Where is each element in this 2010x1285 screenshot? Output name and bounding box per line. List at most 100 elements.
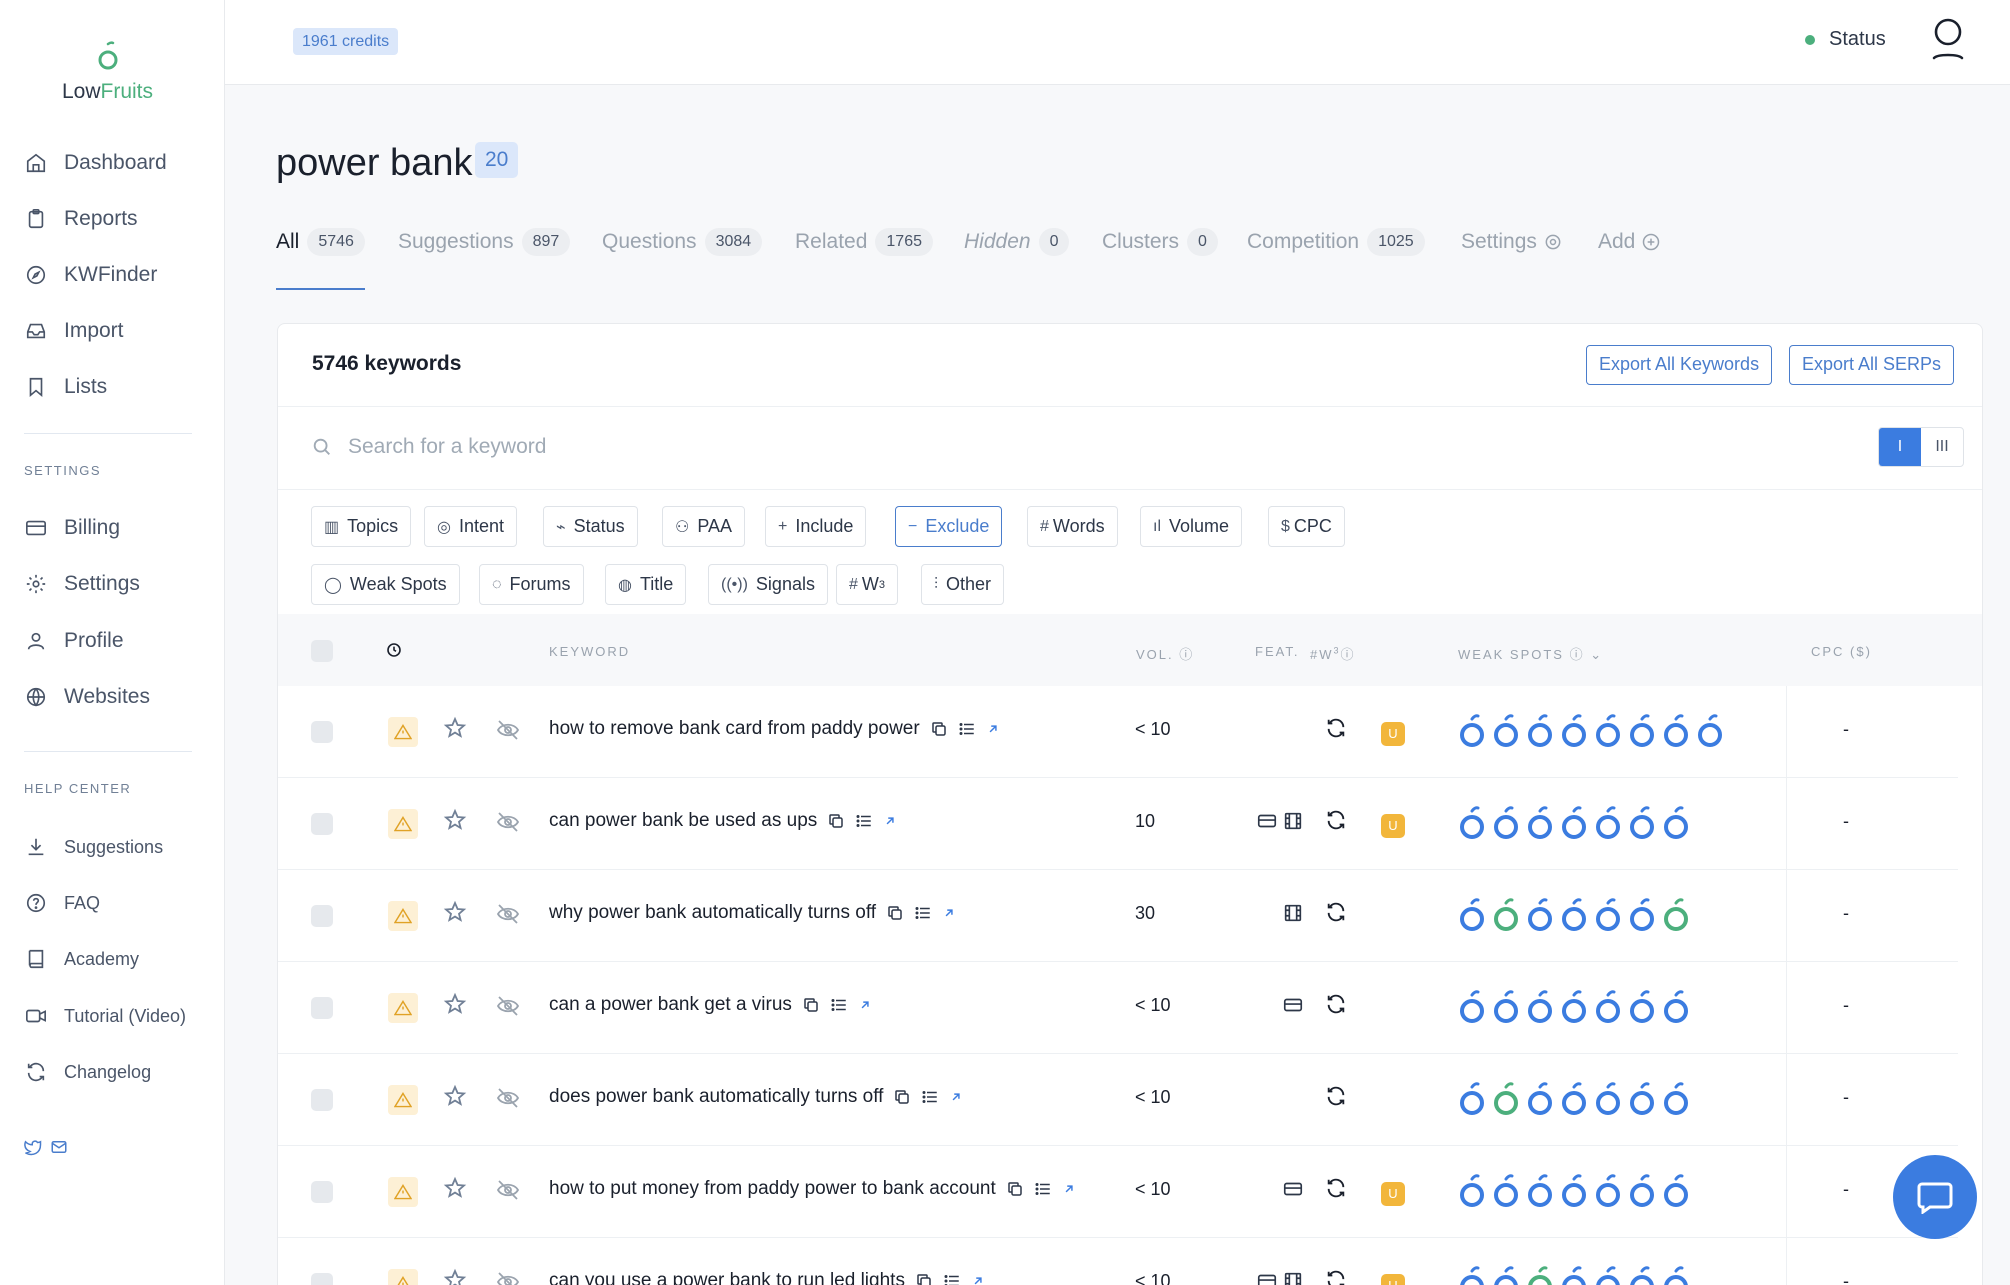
weak-spot-fruit-icon[interactable] (1662, 1172, 1692, 1210)
list-icon[interactable] (1034, 1180, 1052, 1198)
single-view-button[interactable]: I (1879, 428, 1921, 466)
copy-icon[interactable] (1006, 1180, 1024, 1198)
user-avatar-icon[interactable] (1928, 16, 1968, 64)
sidebar-item-reports[interactable]: Reports (24, 201, 138, 237)
sidebar-item-changelog[interactable]: Changelog (24, 1054, 151, 1090)
copy-icon[interactable] (886, 904, 904, 922)
external-link-icon[interactable] (971, 1274, 985, 1285)
keyword-cell[interactable]: does power bank automatically turns off (549, 1086, 963, 1108)
weak-spot-fruit-icon[interactable] (1594, 988, 1624, 1026)
star-icon[interactable] (443, 1084, 473, 1114)
sidebar-item-suggestions[interactable]: Suggestions (24, 829, 163, 865)
refresh-icon[interactable] (1325, 809, 1351, 835)
weak-spot-fruit-icon[interactable] (1560, 1172, 1590, 1210)
weak-spot-fruit-icon[interactable] (1458, 1172, 1488, 1210)
refresh-icon[interactable] (1325, 717, 1351, 743)
eye-off-icon[interactable] (496, 1086, 524, 1114)
table-row[interactable]: how to put money from paddy power to ban… (278, 1146, 1958, 1238)
sidebar-item-billing[interactable]: Billing (24, 510, 120, 546)
list-icon[interactable] (958, 720, 976, 738)
keyword-cell[interactable]: can a power bank get a virus (549, 994, 872, 1016)
weak-spot-fruit-icon[interactable] (1594, 1264, 1624, 1285)
external-link-icon[interactable] (883, 814, 897, 828)
tab-all[interactable]: All 5746 (276, 226, 365, 258)
tab-clusters[interactable]: Clusters 0 (1102, 226, 1218, 258)
weak-spot-fruit-icon[interactable] (1526, 1080, 1556, 1118)
weak-spot-fruit-icon[interactable] (1526, 804, 1556, 842)
weak-spot-fruit-icon[interactable] (1492, 1172, 1522, 1210)
weak-spot-fruit-icon[interactable] (1458, 712, 1488, 750)
sidebar-item-lists[interactable]: Lists (24, 369, 107, 405)
sidebar-item-tutorial[interactable]: Tutorial (Video) (24, 998, 186, 1034)
copy-icon[interactable] (893, 1088, 911, 1106)
weak-spot-fruit-icon[interactable] (1662, 988, 1692, 1026)
keyword-cell[interactable]: can power bank be used as ups (549, 810, 897, 832)
external-link-icon[interactable] (1062, 1182, 1076, 1196)
sidebar-item-academy[interactable]: Academy (24, 941, 139, 977)
weak-spot-fruit-icon[interactable] (1662, 712, 1692, 750)
weak-spot-fruit-icon[interactable] (1560, 1080, 1590, 1118)
weak-spot-fruit-icon[interactable] (1458, 804, 1488, 842)
weak-spot-fruit-icon[interactable] (1594, 896, 1624, 934)
weak-spot-fruit-icon[interactable] (1458, 988, 1488, 1026)
star-icon[interactable] (443, 808, 473, 838)
weak-spot-fruit-icon[interactable] (1492, 988, 1522, 1026)
tab-related[interactable]: Related 1765 (795, 226, 933, 258)
weak-spot-fruit-icon[interactable] (1458, 1080, 1488, 1118)
weak-spot-fruit-icon[interactable] (1492, 1080, 1522, 1118)
column-header-cpc[interactable]: CPC ($) (1811, 644, 1872, 659)
weak-spot-fruit-icon[interactable] (1628, 896, 1658, 934)
filter-weak-spots-button[interactable]: ◯ Weak Spots (311, 564, 460, 605)
weak-spot-fruit-icon[interactable] (1662, 804, 1692, 842)
chat-launcher-button[interactable] (1893, 1155, 1977, 1239)
weak-spot-fruit-icon[interactable] (1458, 1264, 1488, 1285)
external-link-icon[interactable] (942, 906, 956, 920)
weak-spot-fruit-icon[interactable] (1628, 1080, 1658, 1118)
external-link-icon[interactable] (858, 998, 872, 1012)
weak-spot-fruit-icon[interactable] (1492, 804, 1522, 842)
weak-spot-fruit-icon[interactable] (1560, 896, 1590, 934)
warning-icon[interactable] (388, 717, 418, 747)
filter-intent-button[interactable]: ◎ Intent (424, 506, 518, 547)
external-link-icon[interactable] (986, 722, 1000, 736)
filter-topics-button[interactable]: ▥ Topics (311, 506, 412, 547)
status-indicator[interactable]: Status (1805, 28, 1886, 51)
sidebar-item-dashboard[interactable]: Dashboard (24, 145, 167, 181)
column-header-features[interactable]: FEAT. (1255, 644, 1299, 659)
weak-spot-fruit-icon[interactable] (1560, 804, 1590, 842)
row-checkbox[interactable] (311, 1273, 333, 1285)
filter-paa-button[interactable]: ⚇ PAA (662, 506, 746, 547)
copy-icon[interactable] (915, 1272, 933, 1285)
weak-spot-fruit-icon[interactable] (1594, 712, 1624, 750)
weak-spot-fruit-icon[interactable] (1492, 1264, 1522, 1285)
export-serps-button[interactable]: Export All SERPs (1789, 345, 1955, 385)
mail-icon[interactable] (50, 1138, 68, 1156)
tab-settings[interactable]: Settings (1461, 226, 1563, 258)
row-checkbox[interactable] (311, 813, 333, 835)
star-icon[interactable] (443, 716, 473, 746)
copy-icon[interactable] (802, 996, 820, 1014)
filter-other-button[interactable]: ⫶ Other (921, 564, 1005, 605)
keyword-cell[interactable]: how to put money from paddy power to ban… (549, 1178, 1076, 1200)
sidebar-item-websites[interactable]: Websites (24, 679, 150, 715)
filter-exclude-button[interactable]: − Exclude (895, 506, 1003, 547)
weak-spot-fruit-icon[interactable] (1662, 1080, 1692, 1118)
copy-icon[interactable] (930, 720, 948, 738)
eye-off-icon[interactable] (496, 1178, 524, 1206)
tab-competition[interactable]: Competition 1025 (1247, 226, 1425, 258)
sidebar-item-kwfinder[interactable]: KWFinder (24, 257, 157, 293)
column-header-w3[interactable]: #W3ⓘ (1310, 644, 1356, 663)
row-checkbox[interactable] (311, 721, 333, 743)
weak-spot-fruit-icon[interactable] (1526, 896, 1556, 934)
external-link-icon[interactable] (949, 1090, 963, 1104)
eye-off-icon[interactable] (496, 902, 524, 930)
weak-spot-fruit-icon[interactable] (1594, 1080, 1624, 1118)
weak-spot-fruit-icon[interactable] (1526, 1172, 1556, 1210)
warning-icon[interactable] (388, 1269, 418, 1285)
select-all-checkbox[interactable] (311, 640, 333, 662)
weak-spot-fruit-icon[interactable] (1492, 712, 1522, 750)
eye-off-icon[interactable] (496, 1270, 524, 1285)
sidebar-item-profile[interactable]: Profile (24, 623, 124, 659)
list-icon[interactable] (855, 812, 873, 830)
star-icon[interactable] (443, 992, 473, 1022)
